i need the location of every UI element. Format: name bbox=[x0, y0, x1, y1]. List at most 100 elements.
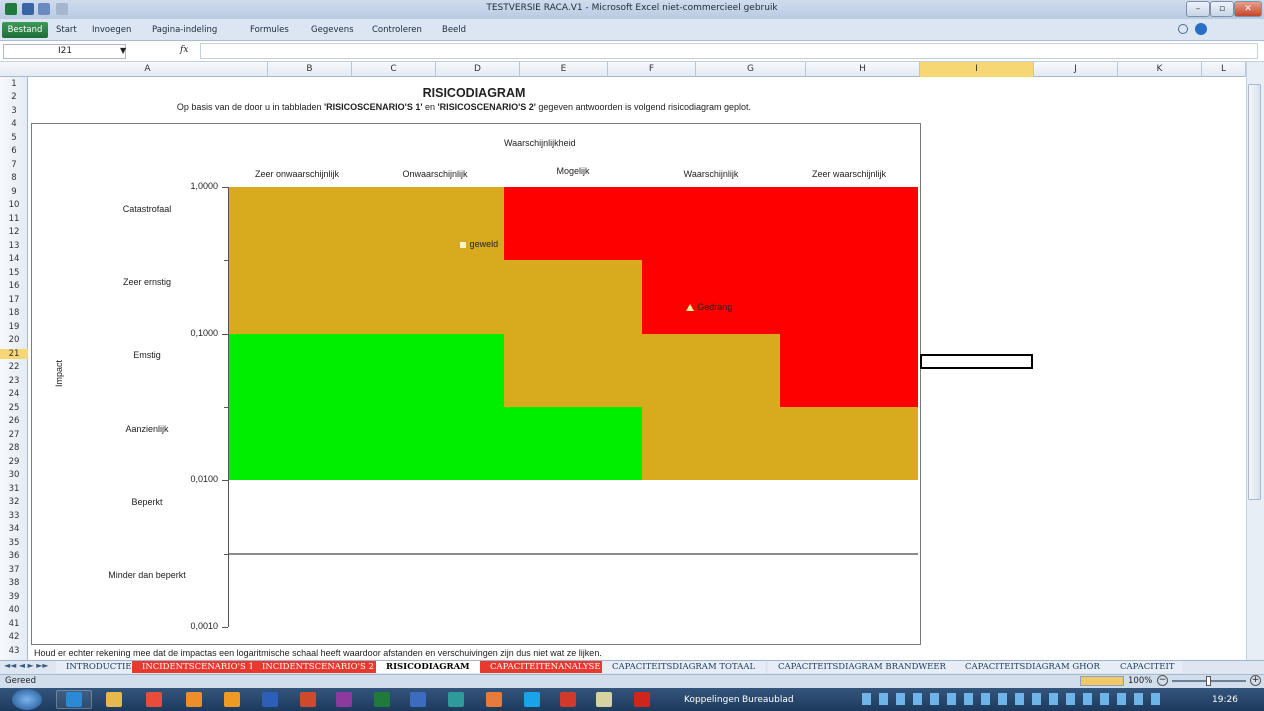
row-header[interactable]: 23 bbox=[0, 376, 28, 386]
view-buttons[interactable] bbox=[1080, 676, 1124, 686]
row-header[interactable]: 37 bbox=[0, 565, 28, 575]
scroll-thumb[interactable] bbox=[1248, 84, 1261, 500]
row-header[interactable]: 21 bbox=[0, 348, 28, 359]
row-header[interactable]: 8 bbox=[0, 173, 28, 183]
formula-input[interactable] bbox=[200, 43, 1258, 59]
app-icon[interactable] bbox=[486, 692, 502, 707]
row-header[interactable]: 24 bbox=[0, 389, 28, 399]
skype-icon[interactable] bbox=[524, 692, 540, 707]
column-header[interactable]: D bbox=[436, 62, 520, 77]
row-header[interactable]: 27 bbox=[0, 430, 28, 440]
row-header[interactable]: 29 bbox=[0, 457, 28, 467]
row-header[interactable]: 39 bbox=[0, 592, 28, 602]
row-header[interactable]: 43 bbox=[0, 646, 28, 656]
row-header[interactable]: 13 bbox=[0, 241, 28, 251]
tab-gegevens[interactable]: Gegevens bbox=[311, 25, 354, 35]
row-header[interactable]: 26 bbox=[0, 416, 28, 426]
zoom-in-icon[interactable]: + bbox=[1250, 675, 1261, 686]
tab-pagina-indeling[interactable]: Pagina-indeling bbox=[152, 25, 217, 35]
tab-invoegen[interactable]: Invoegen bbox=[92, 25, 131, 35]
row-header[interactable]: 20 bbox=[0, 335, 28, 345]
zoom-out-icon[interactable]: − bbox=[1157, 675, 1168, 686]
sheet-tab[interactable]: INCIDENTSCENARIO'S 2 bbox=[252, 661, 384, 673]
sheet-nav-icon[interactable]: ◄◄ ◄ ► ►► bbox=[4, 661, 49, 670]
row-header[interactable]: 4 bbox=[0, 119, 28, 129]
column-header[interactable]: A bbox=[28, 62, 268, 77]
word-icon[interactable] bbox=[262, 692, 278, 707]
app-icon[interactable] bbox=[186, 692, 202, 707]
sheet-tab-active[interactable]: RISICODIAGRAM bbox=[376, 661, 480, 673]
chrome-icon[interactable] bbox=[146, 692, 162, 707]
toolbar-links[interactable]: Koppelingen bbox=[684, 695, 740, 705]
risk-chart[interactable]: Waarschijnlijkheid Impact 1,0000 0,1000 0,… bbox=[31, 123, 921, 645]
row-header[interactable]: 32 bbox=[0, 497, 28, 507]
explorer-icon[interactable] bbox=[106, 692, 122, 707]
powerpoint-icon[interactable] bbox=[300, 692, 316, 707]
tab-bestand[interactable]: Bestand bbox=[2, 22, 48, 38]
row-header[interactable]: 36 bbox=[0, 551, 28, 561]
row-header[interactable]: 38 bbox=[0, 578, 28, 588]
name-box[interactable]: I21 bbox=[3, 44, 126, 59]
row-header[interactable]: 18 bbox=[0, 308, 28, 318]
row-header[interactable]: 14 bbox=[0, 254, 28, 264]
selected-cell[interactable] bbox=[920, 354, 1033, 369]
excel-taskbar-icon[interactable] bbox=[374, 692, 390, 707]
column-header[interactable]: J bbox=[1034, 62, 1118, 77]
row-header[interactable]: 25 bbox=[0, 403, 28, 413]
sheet-tab[interactable]: INTRODUCTIE bbox=[56, 661, 142, 673]
tray-icons[interactable] bbox=[862, 693, 1162, 705]
pdf-icon[interactable] bbox=[634, 692, 650, 707]
row-header[interactable]: 6 bbox=[0, 146, 28, 156]
row-header[interactable]: 35 bbox=[0, 538, 28, 548]
row-header[interactable]: 12 bbox=[0, 227, 28, 237]
data-point-geweld[interactable] bbox=[459, 242, 466, 249]
row-header[interactable]: 40 bbox=[0, 605, 28, 615]
tab-start[interactable]: Start bbox=[56, 25, 77, 35]
row-header[interactable]: 33 bbox=[0, 511, 28, 521]
row-header[interactable]: 28 bbox=[0, 443, 28, 453]
row-header[interactable]: 5 bbox=[0, 133, 28, 143]
row-header[interactable]: 17 bbox=[0, 295, 28, 305]
row-header[interactable]: 19 bbox=[0, 322, 28, 332]
row-header[interactable]: 31 bbox=[0, 484, 28, 494]
data-point-Gedrang[interactable] bbox=[686, 303, 695, 311]
row-header[interactable]: 34 bbox=[0, 524, 28, 534]
sheet-tab[interactable]: INCIDENTSCENARIO'S 1 bbox=[132, 661, 264, 673]
ribbon-collapse-icon[interactable] bbox=[1178, 24, 1188, 34]
chevron-down-icon[interactable]: ▼ bbox=[120, 46, 126, 55]
minimize-button[interactable]: – bbox=[1186, 1, 1210, 17]
column-header[interactable]: B bbox=[268, 62, 352, 77]
sheet-tab[interactable]: CAPACITEITENANALYSE bbox=[480, 661, 611, 673]
row-header[interactable]: 11 bbox=[0, 214, 28, 224]
function-icon[interactable]: fx bbox=[180, 45, 188, 55]
sheet-tab[interactable]: CAPACITEITSDIAGRAM TOTAAL bbox=[602, 661, 766, 673]
visio-icon[interactable] bbox=[410, 692, 426, 707]
row-header[interactable]: 10 bbox=[0, 200, 28, 210]
column-header[interactable]: K bbox=[1118, 62, 1202, 77]
column-header[interactable]: E bbox=[520, 62, 608, 77]
row-header[interactable]: 7 bbox=[0, 160, 28, 170]
sheet-tab[interactable]: CAPACITEITSDIAGRAM BRANDWEER bbox=[768, 661, 956, 673]
column-header[interactable]: G bbox=[696, 62, 806, 77]
row-header[interactable]: 30 bbox=[0, 470, 28, 480]
column-header[interactable]: H bbox=[806, 62, 920, 77]
toolbar-desktop[interactable]: Bureaublad bbox=[742, 695, 794, 705]
column-header-selected[interactable]: I bbox=[920, 62, 1034, 77]
app-icon[interactable] bbox=[596, 692, 612, 707]
row-header[interactable]: 16 bbox=[0, 281, 28, 291]
maximize-button[interactable]: ▫ bbox=[1210, 1, 1234, 17]
zoom-slider-thumb[interactable] bbox=[1206, 676, 1211, 686]
help-icon[interactable] bbox=[1195, 23, 1207, 35]
tab-formules[interactable]: Formules bbox=[250, 25, 289, 35]
row-header[interactable]: 15 bbox=[0, 268, 28, 278]
tab-controleren[interactable]: Controleren bbox=[372, 25, 422, 35]
column-header[interactable]: F bbox=[608, 62, 696, 77]
close-button[interactable]: ✕ bbox=[1234, 1, 1262, 17]
row-header[interactable]: 41 bbox=[0, 619, 28, 629]
sheet-tab[interactable]: CAPACITEITSDIAGRAM GHOR bbox=[955, 661, 1110, 673]
row-header[interactable]: 42 bbox=[0, 632, 28, 642]
row-header[interactable]: 22 bbox=[0, 362, 28, 372]
start-button-icon[interactable] bbox=[12, 689, 42, 710]
onenote-icon[interactable] bbox=[336, 692, 352, 707]
ie-icon[interactable] bbox=[66, 692, 82, 707]
